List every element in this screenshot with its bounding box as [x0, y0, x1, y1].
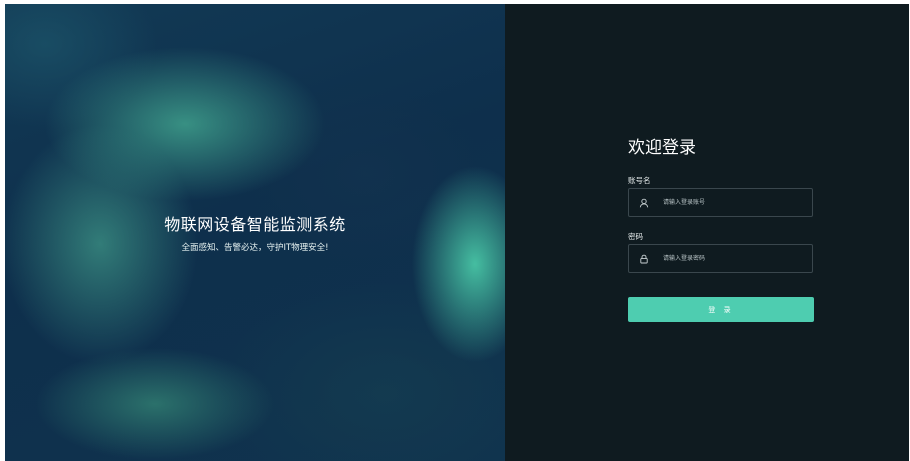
lock-icon: [639, 254, 649, 264]
system-title: 物联网设备智能监测系统: [164, 215, 346, 234]
password-field[interactable]: [628, 244, 813, 273]
login-page: 物联网设备智能监测系统 全面感知、告警必达，守护IT物理安全! 欢迎登录 账号名…: [5, 4, 909, 461]
login-heading: 欢迎登录: [628, 138, 696, 158]
username-field[interactable]: [628, 188, 813, 217]
hero-banner: 物联网设备智能监测系统 全面感知、告警必达，守护IT物理安全!: [5, 4, 505, 461]
password-input[interactable]: [663, 248, 803, 269]
password-label: 密码: [628, 232, 643, 241]
login-panel: 欢迎登录 账号名 密码 登 录: [505, 4, 909, 461]
login-button[interactable]: 登 录: [628, 297, 814, 322]
user-icon: [639, 198, 649, 208]
system-slogan: 全面感知、告警必达，守护IT物理安全!: [181, 243, 329, 253]
username-input[interactable]: [663, 192, 803, 213]
username-label: 账号名: [628, 176, 651, 185]
